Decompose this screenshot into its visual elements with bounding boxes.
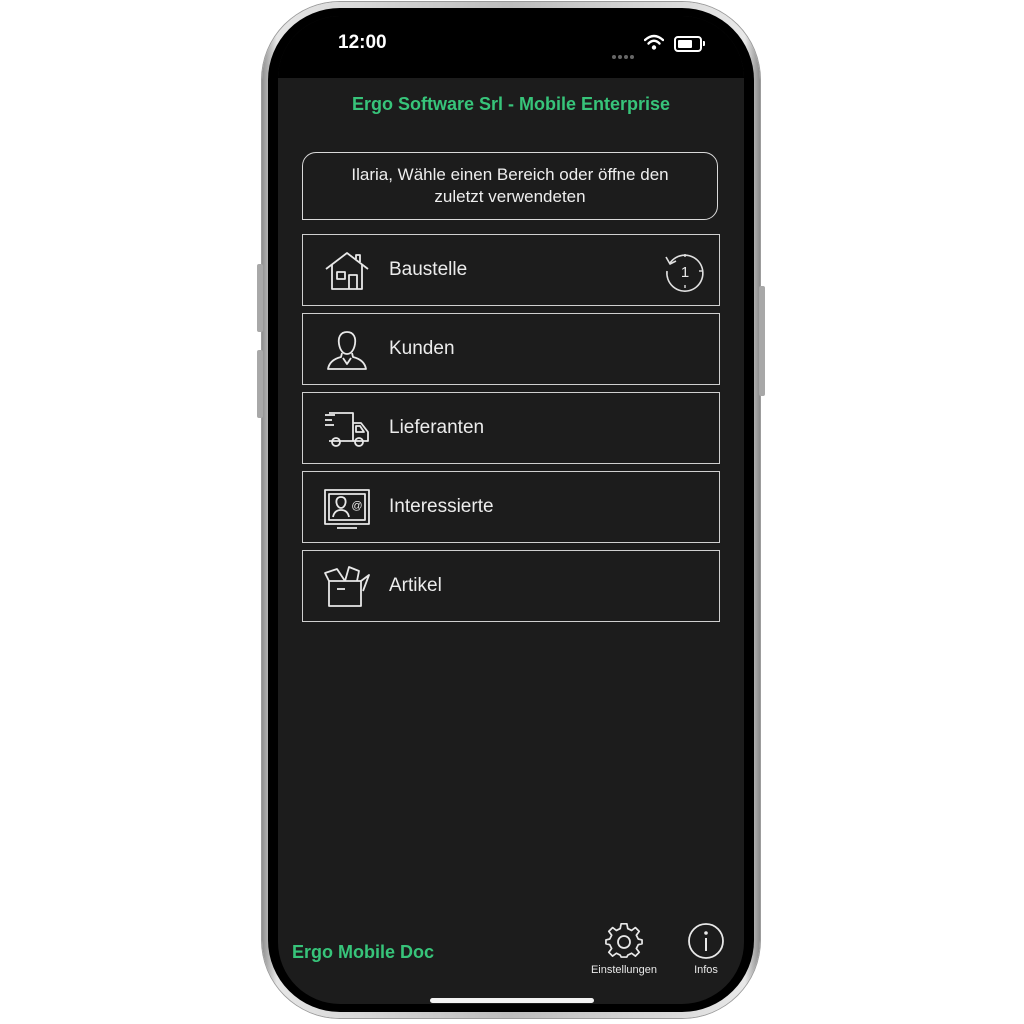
cellular-signal-icon [612,46,636,64]
settings-button[interactable]: Einstellungen [584,922,664,984]
menu-item-artikel[interactable]: Artikel [302,550,720,622]
menu-label-baustelle: Baustelle [389,259,468,280]
menu-label-kunden: Kunden [389,338,455,359]
settings-label: Einstellungen [590,964,658,976]
volume-up-button [257,264,263,332]
delivery-truck-icon [325,412,369,447]
app-title: Ergo Software Srl - Mobile Enterprise [351,94,671,114]
svg-text:@: @ [351,500,362,512]
person-icon [327,331,367,370]
menu-item-kunden[interactable]: Kunden [302,313,720,385]
menu-label-lieferanten: Lieferanten [389,417,485,438]
box-icon [324,566,370,607]
power-button [759,286,765,396]
recent-history-button[interactable]: 1 [663,249,707,293]
info-button[interactable]: Infos [666,922,744,984]
menu-label-interessierte: Interessierte [389,496,494,517]
app-screen: 12:00 Ergo Software Srl - Mobile Enterpr… [278,16,744,1004]
status-time: 12:00 [338,32,387,53]
menu-label-artikel: Artikel [389,575,442,596]
battery-icon [674,36,702,52]
gear-icon [605,922,643,958]
menu-item-lieferanten[interactable]: Lieferanten [302,392,720,464]
brand-name: Ergo Mobile Doc [292,942,435,962]
info-label: Infos [694,964,718,976]
wifi-icon [644,34,664,50]
prompt-message: Ilaria, Wähle einen Bereich oder öffne d… [302,152,718,220]
menu-item-interessierte[interactable]: @ Interessierte [302,471,720,543]
status-bar: 12:00 [278,16,744,78]
home-indicator[interactable] [430,998,594,1003]
menu-item-baustelle[interactable]: Baustelle 1 [302,234,720,306]
battery-tip [703,41,705,46]
contact-card-icon: @ [324,489,370,529]
info-icon [688,923,724,959]
house-icon [325,252,369,290]
recent-count: 1 [681,264,689,281]
prompt-text: Ilaria, Wähle einen Bereich oder öffne d… [351,165,669,206]
volume-down-button [257,350,263,418]
history-clock-icon: 1 [665,254,704,292]
